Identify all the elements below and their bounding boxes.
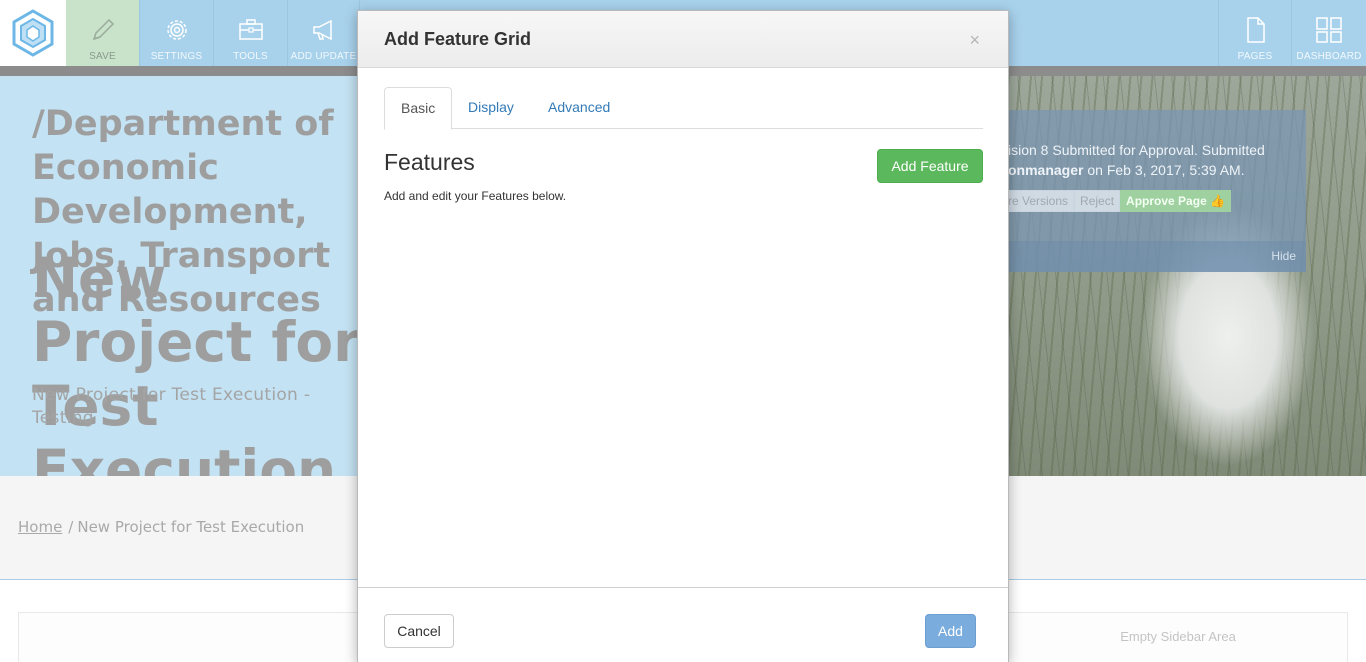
pages-button[interactable]: PAGES	[1218, 0, 1292, 66]
approve-page-button[interactable]: Approve Page 👍	[1120, 190, 1232, 212]
dashboard-label: DASHBOARD	[1296, 51, 1362, 62]
approval-message-end: on Feb 3, 2017, 5:39 AM.	[1083, 162, 1245, 178]
cancel-button[interactable]: Cancel	[384, 614, 454, 648]
pencil-icon	[92, 18, 114, 41]
page-icon	[1247, 17, 1265, 43]
gear-icon	[166, 20, 187, 40]
tab-advanced[interactable]: Advanced	[532, 87, 626, 129]
approval-notice: ision 8 Submitted for Approval. Submitte…	[1008, 110, 1306, 272]
megaphone-icon	[312, 19, 332, 41]
add-feature-button[interactable]: Add Feature	[877, 149, 983, 183]
empty-sidebar-label: Empty Sidebar Area	[1120, 629, 1236, 644]
add-button[interactable]: Add	[925, 614, 976, 648]
logo[interactable]	[0, 0, 66, 66]
thumbs-up-icon: 👍	[1210, 194, 1226, 208]
settings-label: SETTINGS	[150, 51, 203, 62]
approval-footer: Hide	[1008, 241, 1306, 272]
sidebar-area[interactable]: Empty Sidebar Area	[1008, 612, 1348, 662]
tab-basic[interactable]: Basic	[384, 87, 453, 130]
modal-tabs: Basic Display Advanced	[384, 87, 983, 130]
tab-display[interactable]: Display	[452, 87, 530, 129]
add-update-button[interactable]: ADD UPDATE	[288, 0, 360, 66]
tools-button[interactable]: TOOLS	[214, 0, 288, 66]
breadcrumb-separator: /	[68, 518, 74, 536]
compare-versions-button[interactable]: re Versions	[1008, 190, 1075, 212]
content-area	[18, 612, 358, 662]
approval-actions: re Versions Reject Approve Page 👍	[1008, 190, 1232, 212]
briefcase-icon	[238, 19, 263, 40]
dashboard-grid-icon	[1316, 17, 1342, 43]
settings-button[interactable]: SETTINGS	[140, 0, 214, 66]
approval-message-start: ision 8 Submitted for Approval. Submitte…	[1008, 142, 1265, 158]
reject-button[interactable]: Reject	[1074, 190, 1121, 212]
page-title: New Project for Test Execution	[32, 246, 361, 476]
add-feature-grid-modal: Add Feature Grid × Basic Display Advance…	[357, 10, 1009, 662]
close-icon[interactable]: ×	[969, 31, 980, 49]
breadcrumb: Home / New Project for Test Execution	[18, 518, 304, 536]
logo-icon	[12, 9, 54, 57]
breadcrumb-current: New Project for Test Execution	[77, 518, 305, 536]
approve-page-label: Approve Page	[1126, 194, 1207, 208]
hide-link[interactable]: Hide	[1271, 249, 1296, 263]
features-description: Add and edit your Features below.	[384, 189, 567, 203]
approval-message: ision 8 Submitted for Approval. Submitte…	[1008, 140, 1298, 180]
page-subtitle: New Project for Test Execution - Testing	[32, 385, 311, 428]
save-label: SAVE	[89, 51, 116, 62]
save-button[interactable]: SAVE	[66, 0, 140, 66]
modal-header: Add Feature Grid ×	[358, 11, 1008, 68]
dashboard-button[interactable]: DASHBOARD	[1292, 0, 1366, 66]
breadcrumb-home-link[interactable]: Home	[18, 518, 62, 536]
add-update-label: ADD UPDATE	[290, 51, 357, 62]
tools-label: TOOLS	[233, 51, 268, 62]
modal-title: Add Feature Grid	[384, 29, 532, 49]
features-heading: Features	[384, 149, 475, 175]
pages-label: PAGES	[1237, 51, 1273, 62]
approval-submitter: onmanager	[1008, 162, 1084, 178]
modal-footer: Cancel Add	[358, 587, 1008, 662]
